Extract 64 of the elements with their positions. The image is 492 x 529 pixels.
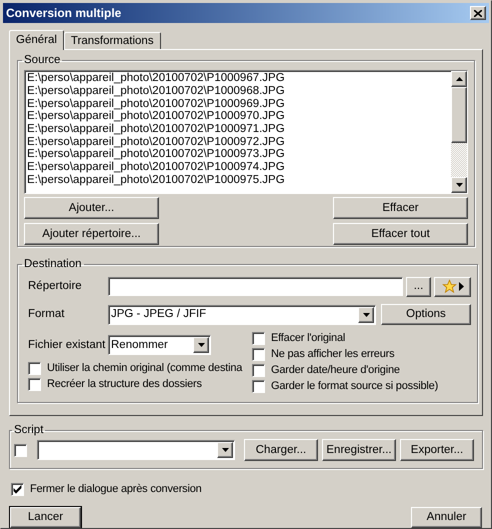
checkbox[interactable]	[28, 378, 41, 391]
arrow-right-icon	[458, 282, 464, 292]
scroll-thumb[interactable]	[451, 87, 467, 144]
field-label: Format	[27, 307, 66, 322]
script-select[interactable]	[37, 440, 235, 460]
scroll-down-icon	[456, 183, 462, 188]
checkbox-label: Garder le format source si possible)	[271, 379, 438, 394]
file-path[interactable]: E:\perso\appareil_photo\20100702\P1000969.JPG	[27, 98, 451, 110]
file-list[interactable]	[24, 70, 468, 194]
checkbox[interactable]	[11, 482, 24, 496]
dropdown-button[interactable]	[217, 442, 233, 458]
checkbox-label: Recréer la structure des dossiers	[47, 377, 202, 392]
scrollbar[interactable]	[451, 71, 467, 194]
checkbox[interactable]	[28, 362, 41, 375]
button[interactable]: Effacer tout	[333, 223, 468, 246]
directory-field[interactable]	[108, 277, 403, 296]
button[interactable]: Exporter...	[400, 439, 474, 462]
window-title: Conversion multiple	[6, 5, 122, 22]
button[interactable]: ...	[406, 276, 431, 297]
button[interactable]: Ajouter répertoire...	[24, 223, 159, 246]
file-path[interactable]: E:\perso\appareil_photo\20100702\P1000972.JPG	[27, 136, 451, 148]
checkbox[interactable]	[252, 364, 265, 377]
checkbox-label: Fermer le dialogue après conversion	[30, 482, 202, 497]
group-label: Script	[13, 423, 44, 438]
caret-icon	[198, 343, 204, 348]
tab[interactable]: Général	[9, 30, 64, 50]
dropdown-button[interactable]	[358, 306, 374, 323]
field-label: Répertoire	[27, 279, 83, 294]
group-label: Source	[23, 53, 62, 68]
star-icon	[442, 279, 456, 294]
checkbox[interactable]	[252, 348, 265, 361]
button[interactable]: Enregistrer...	[322, 439, 396, 462]
group-label: Destination	[23, 257, 83, 272]
existing-file-select[interactable]: Renommer	[108, 335, 211, 356]
button[interactable]: Lancer	[10, 507, 81, 528]
tab[interactable]: Transformations	[64, 32, 161, 49]
file-path[interactable]: E:\perso\appareil_photo\20100702\P1000970.JPG	[27, 110, 451, 124]
checkbox[interactable]	[252, 380, 265, 393]
format-select[interactable]: JPG - JPEG / JFIF	[108, 304, 376, 325]
checkbox-label: Ne pas afficher les erreurs	[271, 347, 394, 362]
scroll-up-icon	[456, 77, 462, 82]
button[interactable]: Effacer	[333, 197, 468, 220]
checkbox-label: Effacer l'original	[271, 331, 346, 346]
file-path[interactable]: E:\perso\appareil_photo\20100702\P1000968.JPG	[27, 84, 451, 98]
file-path[interactable]: E:\perso\appareil_photo\20100702\P1000974.JPG	[27, 161, 451, 174]
file-path[interactable]: E:\perso\appareil_photo\20100702\P1000967.JPG	[27, 72, 451, 85]
button[interactable]: Charger...	[244, 439, 318, 462]
field-label: Fichier existant	[27, 338, 106, 353]
close-button[interactable]	[470, 6, 486, 20]
file-path[interactable]: E:\perso\appareil_photo\20100702\P1000975.JPG	[27, 174, 451, 187]
caret-icon	[362, 312, 370, 317]
button[interactable]: Annuler	[411, 507, 482, 528]
button[interactable]: Options	[381, 304, 471, 326]
caret-icon	[222, 448, 228, 452]
file-path[interactable]: E:\perso\appareil_photo\20100702\P1000973.JPG	[27, 148, 451, 162]
checkbox[interactable]	[252, 332, 265, 345]
checkbox[interactable]	[14, 444, 27, 457]
close-icon	[474, 10, 482, 16]
dropdown-button[interactable]	[193, 337, 209, 354]
file-path[interactable]: E:\perso\appareil_photo\20100702\P1000971.JPG	[27, 123, 451, 136]
favorites-button[interactable]	[434, 276, 471, 297]
checkbox-label: Utiliser la chemin original (comme destina	[47, 361, 242, 376]
button[interactable]: Ajouter...	[24, 197, 159, 220]
checkbox-label: Garder date/heure d'origine	[271, 363, 400, 378]
